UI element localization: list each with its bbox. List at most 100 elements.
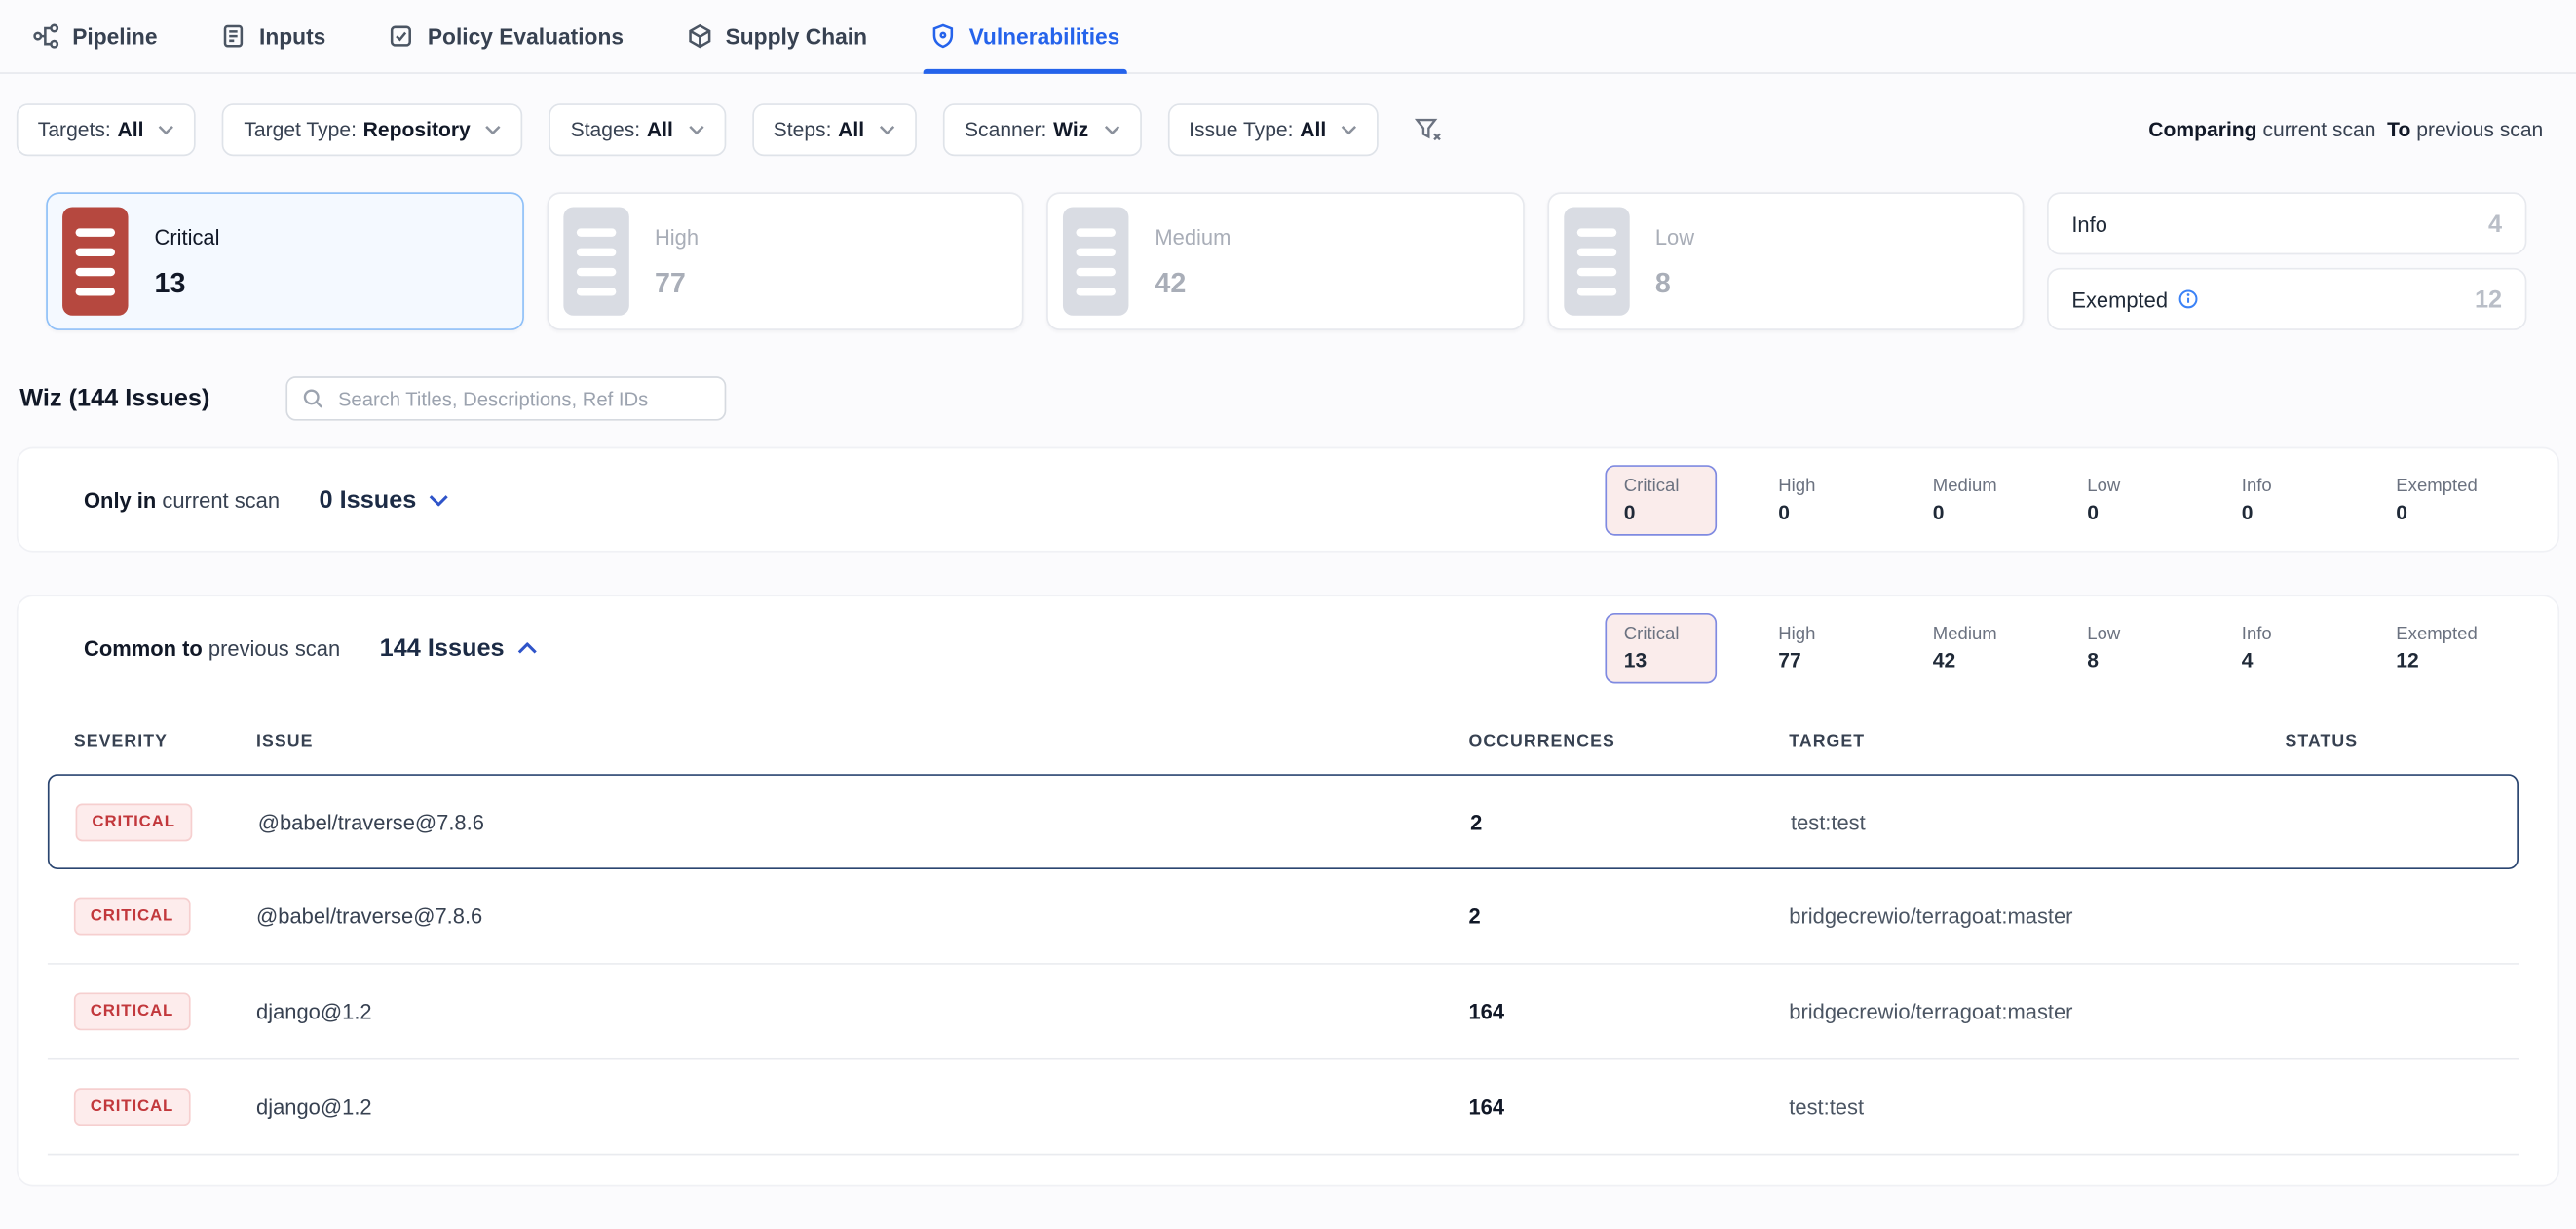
chevron-down-icon <box>159 125 175 134</box>
target-cell: test:test <box>1789 1095 2285 1119</box>
chevron-down-icon <box>485 125 502 134</box>
severity-card-count: 13 <box>155 268 220 301</box>
severity-card-info[interactable]: Info 4 <box>2047 192 2526 254</box>
comparing-text: previous scan <box>2416 118 2543 141</box>
occurrences-cell: 2 <box>1468 903 1789 928</box>
tab-label: Pipeline <box>72 23 157 48</box>
tab-inputs[interactable]: Inputs <box>213 0 332 72</box>
target-cell: bridgecrewio/terragoat:master <box>1789 999 2285 1023</box>
inputs-icon <box>220 23 246 50</box>
tab-pipeline[interactable]: Pipeline <box>26 0 164 72</box>
table-row[interactable]: CRITICAL @babel/traverse@7.8.6 2 bridgec… <box>48 869 2519 965</box>
group-toggle-common-to[interactable]: 144 Issues <box>380 634 538 662</box>
issue-cell: django@1.2 <box>256 999 1468 1023</box>
group-toggle-only-in[interactable]: 0 Issues <box>320 485 450 514</box>
scanner-title: Wiz (144 Issues) <box>19 385 209 413</box>
count-chip-high[interactable]: High0 <box>1761 464 1873 535</box>
column-header-occurrences: OCCURRENCES <box>1468 731 1789 750</box>
info-icon <box>2178 289 2197 309</box>
comparing-text: current scan <box>2262 118 2375 141</box>
tab-policy-evaluations[interactable]: Policy Evaluations <box>382 0 630 72</box>
search-input[interactable] <box>335 385 709 411</box>
column-header-issue: ISSUE <box>256 731 1468 750</box>
severity-counts: Critical0 High0 Medium0 Low0 Info0 Exemp… <box>1606 464 2495 535</box>
search-icon <box>302 388 323 409</box>
filter-label: Stages: <box>571 118 640 141</box>
issue-cell: @babel/traverse@7.8.6 <box>256 903 1468 928</box>
filter-value: Wiz <box>1053 118 1088 141</box>
filter-label: Steps: <box>774 118 832 141</box>
top-tabbar: Pipeline Inputs Policy Evaluations Suppl… <box>0 0 2576 74</box>
occurrences-cell: 164 <box>1468 999 1789 1023</box>
comparing-bold: To <box>2387 118 2410 141</box>
filter-value: All <box>838 118 864 141</box>
filter-steps[interactable]: Steps: All <box>752 103 917 156</box>
filter-value: All <box>1300 118 1326 141</box>
pipeline-icon <box>33 23 59 50</box>
table-row[interactable]: CRITICAL django@1.2 164 bridgecrewio/ter… <box>48 965 2519 1060</box>
severity-badge: CRITICAL <box>74 992 190 1030</box>
filter-label: Scanner: <box>965 118 1046 141</box>
severity-card-label: Low <box>1655 225 1694 250</box>
column-header-status: STATUS <box>2286 731 2519 750</box>
tab-supply-chain[interactable]: Supply Chain <box>679 0 873 72</box>
group-issues-count: 0 Issues <box>320 485 417 514</box>
filter-scanner[interactable]: Scanner: Wiz <box>943 103 1141 156</box>
chevron-down-icon <box>688 125 704 134</box>
clear-filters-icon[interactable] <box>1405 105 1451 155</box>
chevron-down-icon <box>1341 125 1357 134</box>
group-issues-count: 144 Issues <box>380 634 505 662</box>
tab-label: Policy Evaluations <box>428 23 624 48</box>
chevron-down-icon <box>430 494 449 506</box>
severity-cards: Critical 13 High 77 Medium 42 Low 8 <box>0 192 2576 330</box>
severity-counts: Critical13 High77 Medium42 Low8 Info4 Ex… <box>1606 612 2495 683</box>
filter-targets[interactable]: Targets:All <box>17 103 197 156</box>
count-chip-medium[interactable]: Medium0 <box>1914 464 2027 535</box>
filter-label: Issue Type: <box>1189 118 1293 141</box>
tab-vulnerabilities[interactable]: Vulnerabilities <box>923 0 1126 72</box>
count-chip-high[interactable]: High77 <box>1761 612 1873 683</box>
search-box <box>285 376 726 421</box>
target-cell: bridgecrewio/terragoat:master <box>1789 903 2285 928</box>
severity-card-exempted[interactable]: Exempted 12 <box>2047 268 2526 330</box>
count-chip-info[interactable]: Info0 <box>2223 464 2335 535</box>
severity-card-critical[interactable]: Critical 13 <box>46 192 523 330</box>
count-chip-info[interactable]: Info4 <box>2223 612 2335 683</box>
only-in-current-scan-panel: Only in current scan 0 Issues Critical0 … <box>17 447 2559 553</box>
filter-stages[interactable]: Stages:All <box>549 103 726 156</box>
severity-badge: CRITICAL <box>76 803 192 841</box>
count-chip-low[interactable]: Low0 <box>2069 464 2181 535</box>
chevron-up-icon <box>517 641 537 653</box>
severity-card-high[interactable]: High 77 <box>547 192 1024 330</box>
count-chip-critical[interactable]: Critical0 <box>1606 464 1718 535</box>
table-row[interactable]: CRITICAL django@1.2 164 test:test <box>48 1060 2519 1156</box>
severity-card-label: High <box>655 225 699 250</box>
list-icon <box>563 207 628 315</box>
count-chip-exempted[interactable]: Exempted0 <box>2378 464 2496 535</box>
issue-cell: django@1.2 <box>256 1095 1468 1119</box>
count-chip-exempted[interactable]: Exempted12 <box>2378 612 2496 683</box>
common-to-previous-scan-panel: Common to previous scan 144 Issues Criti… <box>17 595 2559 1186</box>
filter-issue-type[interactable]: Issue Type: All <box>1167 103 1379 156</box>
group-label: Only in current scan <box>84 487 280 512</box>
count-chip-medium[interactable]: Medium42 <box>1914 612 2027 683</box>
severity-card-low[interactable]: Low 8 <box>1547 192 2025 330</box>
count-chip-critical[interactable]: Critical13 <box>1606 612 1718 683</box>
shield-icon <box>929 23 956 50</box>
severity-card-label: Exempted <box>2071 287 2168 311</box>
target-cell: test:test <box>1791 809 2287 833</box>
table-row[interactable]: CRITICAL @babel/traverse@7.8.6 2 test:te… <box>48 774 2519 869</box>
severity-card-medium[interactable]: Medium 42 <box>1046 192 1524 330</box>
chevron-down-icon <box>879 125 895 134</box>
column-header-severity: SEVERITY <box>74 731 256 750</box>
severity-card-count: 42 <box>1155 268 1231 301</box>
tab-label: Supply Chain <box>726 23 867 48</box>
group-row-only-in: Only in current scan 0 Issues Critical0 … <box>19 448 2558 551</box>
filter-bar: Targets:All Target Type:Repository Stage… <box>0 103 2576 156</box>
package-icon <box>686 23 712 50</box>
filter-target-type[interactable]: Target Type:Repository <box>222 103 522 156</box>
occurrences-cell: 2 <box>1470 809 1791 833</box>
count-chip-low[interactable]: Low8 <box>2069 612 2181 683</box>
scanner-header: Wiz (144 Issues) <box>0 376 2576 421</box>
vulnerabilities-page: Pipeline Inputs Policy Evaluations Suppl… <box>0 0 2576 1229</box>
